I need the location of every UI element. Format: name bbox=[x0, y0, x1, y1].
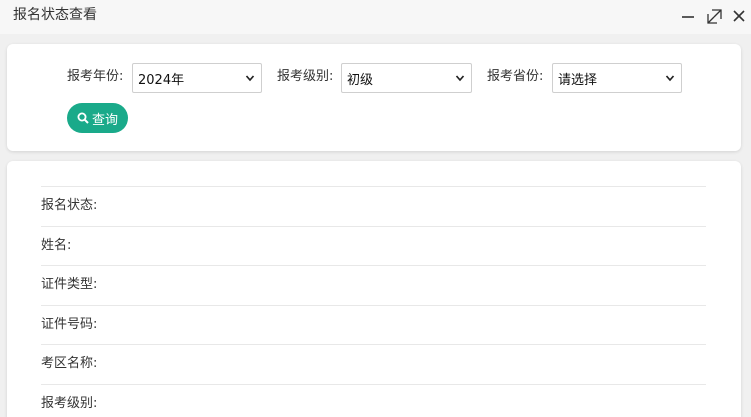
close-icon[interactable] bbox=[731, 8, 747, 24]
exam-level-label: 报考级别: bbox=[41, 396, 98, 411]
window-title: 报名状态查看 bbox=[13, 7, 97, 23]
result-row: 证件类型: bbox=[41, 265, 706, 305]
year-select[interactable]: 2024年 bbox=[132, 63, 262, 93]
province-select-value: 请选择 bbox=[558, 72, 598, 88]
result-panel: 报名状态: 姓名: 证件类型: 证件号码: 考区名称: 报考级别: bbox=[7, 161, 741, 417]
chevron-down-icon bbox=[455, 75, 465, 82]
id-number-label: 证件号码: bbox=[41, 317, 98, 332]
result-row: 考区名称: bbox=[41, 344, 706, 384]
search-panel: 报考年份: 2024年 报考级别: 初级 报考省份: 请选择 查询 bbox=[7, 44, 741, 151]
chevron-down-icon bbox=[665, 75, 675, 82]
year-label: 报考年份: bbox=[67, 69, 124, 84]
level-label: 报考级别: bbox=[277, 69, 334, 84]
level-select-value: 初级 bbox=[347, 72, 374, 88]
province-select[interactable]: 请选择 bbox=[552, 63, 682, 93]
result-row: 报名状态: bbox=[41, 186, 706, 226]
query-button[interactable]: 查询 bbox=[67, 103, 128, 133]
status-label: 报名状态: bbox=[41, 198, 98, 213]
result-row: 报考级别: bbox=[41, 384, 706, 417]
chevron-down-icon bbox=[245, 75, 255, 82]
result-row: 证件号码: bbox=[41, 305, 706, 345]
result-row: 姓名: bbox=[41, 226, 706, 266]
title-bar: 报名状态查看 bbox=[0, 0, 751, 34]
exam-area-label: 考区名称: bbox=[41, 356, 98, 371]
province-label: 报考省份: bbox=[487, 69, 544, 84]
maximize-icon[interactable] bbox=[706, 8, 722, 24]
id-type-label: 证件类型: bbox=[41, 277, 98, 292]
year-select-value: 2024年 bbox=[138, 72, 185, 88]
query-button-label: 查询 bbox=[91, 112, 118, 128]
level-select[interactable]: 初级 bbox=[341, 63, 472, 93]
name-label: 姓名: bbox=[41, 238, 72, 253]
minimize-icon[interactable] bbox=[680, 8, 696, 24]
search-icon bbox=[77, 112, 89, 124]
